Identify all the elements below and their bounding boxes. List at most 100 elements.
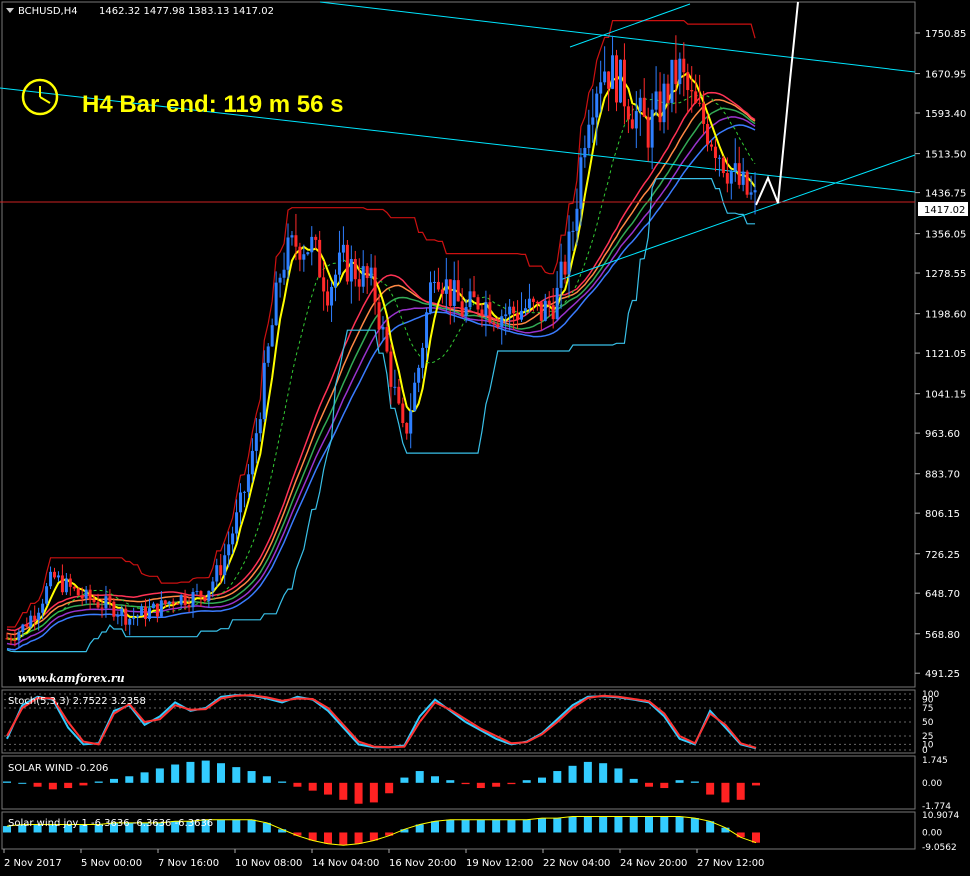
candle-body xyxy=(662,83,666,123)
stoch-tick-label: 50 xyxy=(922,718,934,728)
solar-wind-bar xyxy=(64,782,73,789)
solar-wind-bar xyxy=(186,761,195,783)
trading-chart[interactable]: 1750.85 1670.95 1593.40 1513.50 1436.75 1356.… xyxy=(0,0,970,876)
solar-wind-bar xyxy=(385,782,394,794)
candle-body xyxy=(480,309,484,316)
candle-body xyxy=(527,298,531,309)
candle-body xyxy=(235,512,239,534)
candle-body xyxy=(452,280,456,306)
stoch-tick-label: 0 xyxy=(922,746,928,756)
candle-body xyxy=(393,386,397,388)
candle-body xyxy=(535,301,539,303)
solar-wind-title: SOLAR WIND -0.206 xyxy=(8,763,108,774)
candle-body xyxy=(749,192,753,195)
solar-wind-joy-bar xyxy=(553,818,562,833)
candle-body xyxy=(456,280,460,302)
price-tick-label: 883.70 xyxy=(925,470,960,481)
candle-body xyxy=(520,310,524,320)
solar-wind-joy-bar xyxy=(599,816,608,833)
solar-wind-joy-bar xyxy=(752,832,760,843)
candle-body xyxy=(500,316,504,328)
candle-body xyxy=(124,608,128,625)
candle-body xyxy=(266,346,270,363)
candle-body xyxy=(163,600,167,605)
candle-body xyxy=(88,589,92,600)
candle-body xyxy=(239,492,243,513)
candle-body xyxy=(575,208,579,231)
price-tick-label: 1198.60 xyxy=(925,310,966,321)
time-tick-label: 27 Nov 12:00 xyxy=(697,858,764,869)
candle-body xyxy=(753,190,757,193)
candle-body xyxy=(179,595,183,605)
solar-wind-bar xyxy=(538,777,546,783)
candle-body xyxy=(721,157,725,174)
time-axis: 2 Nov 2017 5 Nov 00:00 7 Nov 16:00 10 Nov 0… xyxy=(3,849,764,869)
solar-wind-bar xyxy=(721,782,730,803)
candle-body xyxy=(444,279,448,294)
candle-body xyxy=(104,596,108,609)
price-tick-label: 1278.55 xyxy=(925,269,966,280)
candle-body xyxy=(183,595,187,606)
candle-body xyxy=(159,600,163,617)
candle-body xyxy=(472,291,476,298)
candle-body xyxy=(274,282,278,326)
candle-body xyxy=(401,403,405,424)
candle-body xyxy=(45,586,49,604)
candle-body xyxy=(227,544,231,556)
candle-body xyxy=(171,601,175,604)
candle-body xyxy=(199,591,203,597)
candle-body xyxy=(432,281,436,283)
candle-body xyxy=(345,244,349,282)
candle-body xyxy=(96,602,100,608)
solar-wind-bar xyxy=(660,782,669,789)
candle-body xyxy=(543,300,547,321)
solar-wind-bar xyxy=(293,782,302,787)
candle-body xyxy=(144,606,148,619)
time-tick-label: 22 Nov 04:00 xyxy=(543,858,610,869)
candle-body xyxy=(136,615,140,618)
candle-body xyxy=(270,325,274,347)
candle-body xyxy=(290,235,294,238)
price-tick-label: 1513.50 xyxy=(925,150,966,161)
candle-body xyxy=(373,267,377,303)
candle-body xyxy=(219,565,223,576)
candle-body xyxy=(112,601,116,617)
candle-body xyxy=(5,638,9,640)
price-tick-label: 726.25 xyxy=(925,550,960,561)
solar-wind-bar xyxy=(645,782,653,787)
solar-wind-joy-bar xyxy=(354,832,363,844)
solar-wind-joy-title: Solar wind joy 1 -6.3636 -6.3636 -6.3636 xyxy=(8,818,213,829)
candle-body xyxy=(603,71,607,83)
time-tick-label: 24 Nov 20:00 xyxy=(620,858,687,869)
time-tick-label: 5 Nov 00:00 xyxy=(81,858,142,869)
solar-wind-bar xyxy=(247,771,256,783)
candle-body xyxy=(84,589,88,599)
candle-body xyxy=(278,277,282,283)
candle-body xyxy=(389,351,393,387)
solar-wind-panel[interactable] xyxy=(1,755,916,810)
candle-body xyxy=(41,603,45,613)
solar-wind-bar xyxy=(79,782,88,786)
candle-body xyxy=(203,596,207,601)
candle-body xyxy=(310,236,314,253)
candle-body xyxy=(231,533,235,545)
candle-body xyxy=(694,91,698,103)
solar-wind-bar xyxy=(33,782,42,787)
candle-body xyxy=(322,277,326,292)
candle-body xyxy=(670,59,674,103)
stoch-tick-label: 75 xyxy=(922,704,933,714)
solar-wind-bar xyxy=(461,782,470,785)
solar-wind-bar xyxy=(629,778,638,783)
solar-wind-bar xyxy=(155,768,164,783)
time-tick-label: 19 Nov 12:00 xyxy=(466,858,533,869)
candle-body xyxy=(52,571,56,578)
candle-body xyxy=(211,581,215,591)
candle-body xyxy=(286,237,290,270)
candle-body xyxy=(516,313,520,320)
candle-body xyxy=(33,615,37,620)
solar-wind-joy-bar xyxy=(217,819,225,833)
solar-wind-bar xyxy=(18,782,27,784)
candle-body xyxy=(17,631,21,641)
candle-body xyxy=(100,607,104,609)
solar-wind-joy-bar xyxy=(736,832,745,838)
